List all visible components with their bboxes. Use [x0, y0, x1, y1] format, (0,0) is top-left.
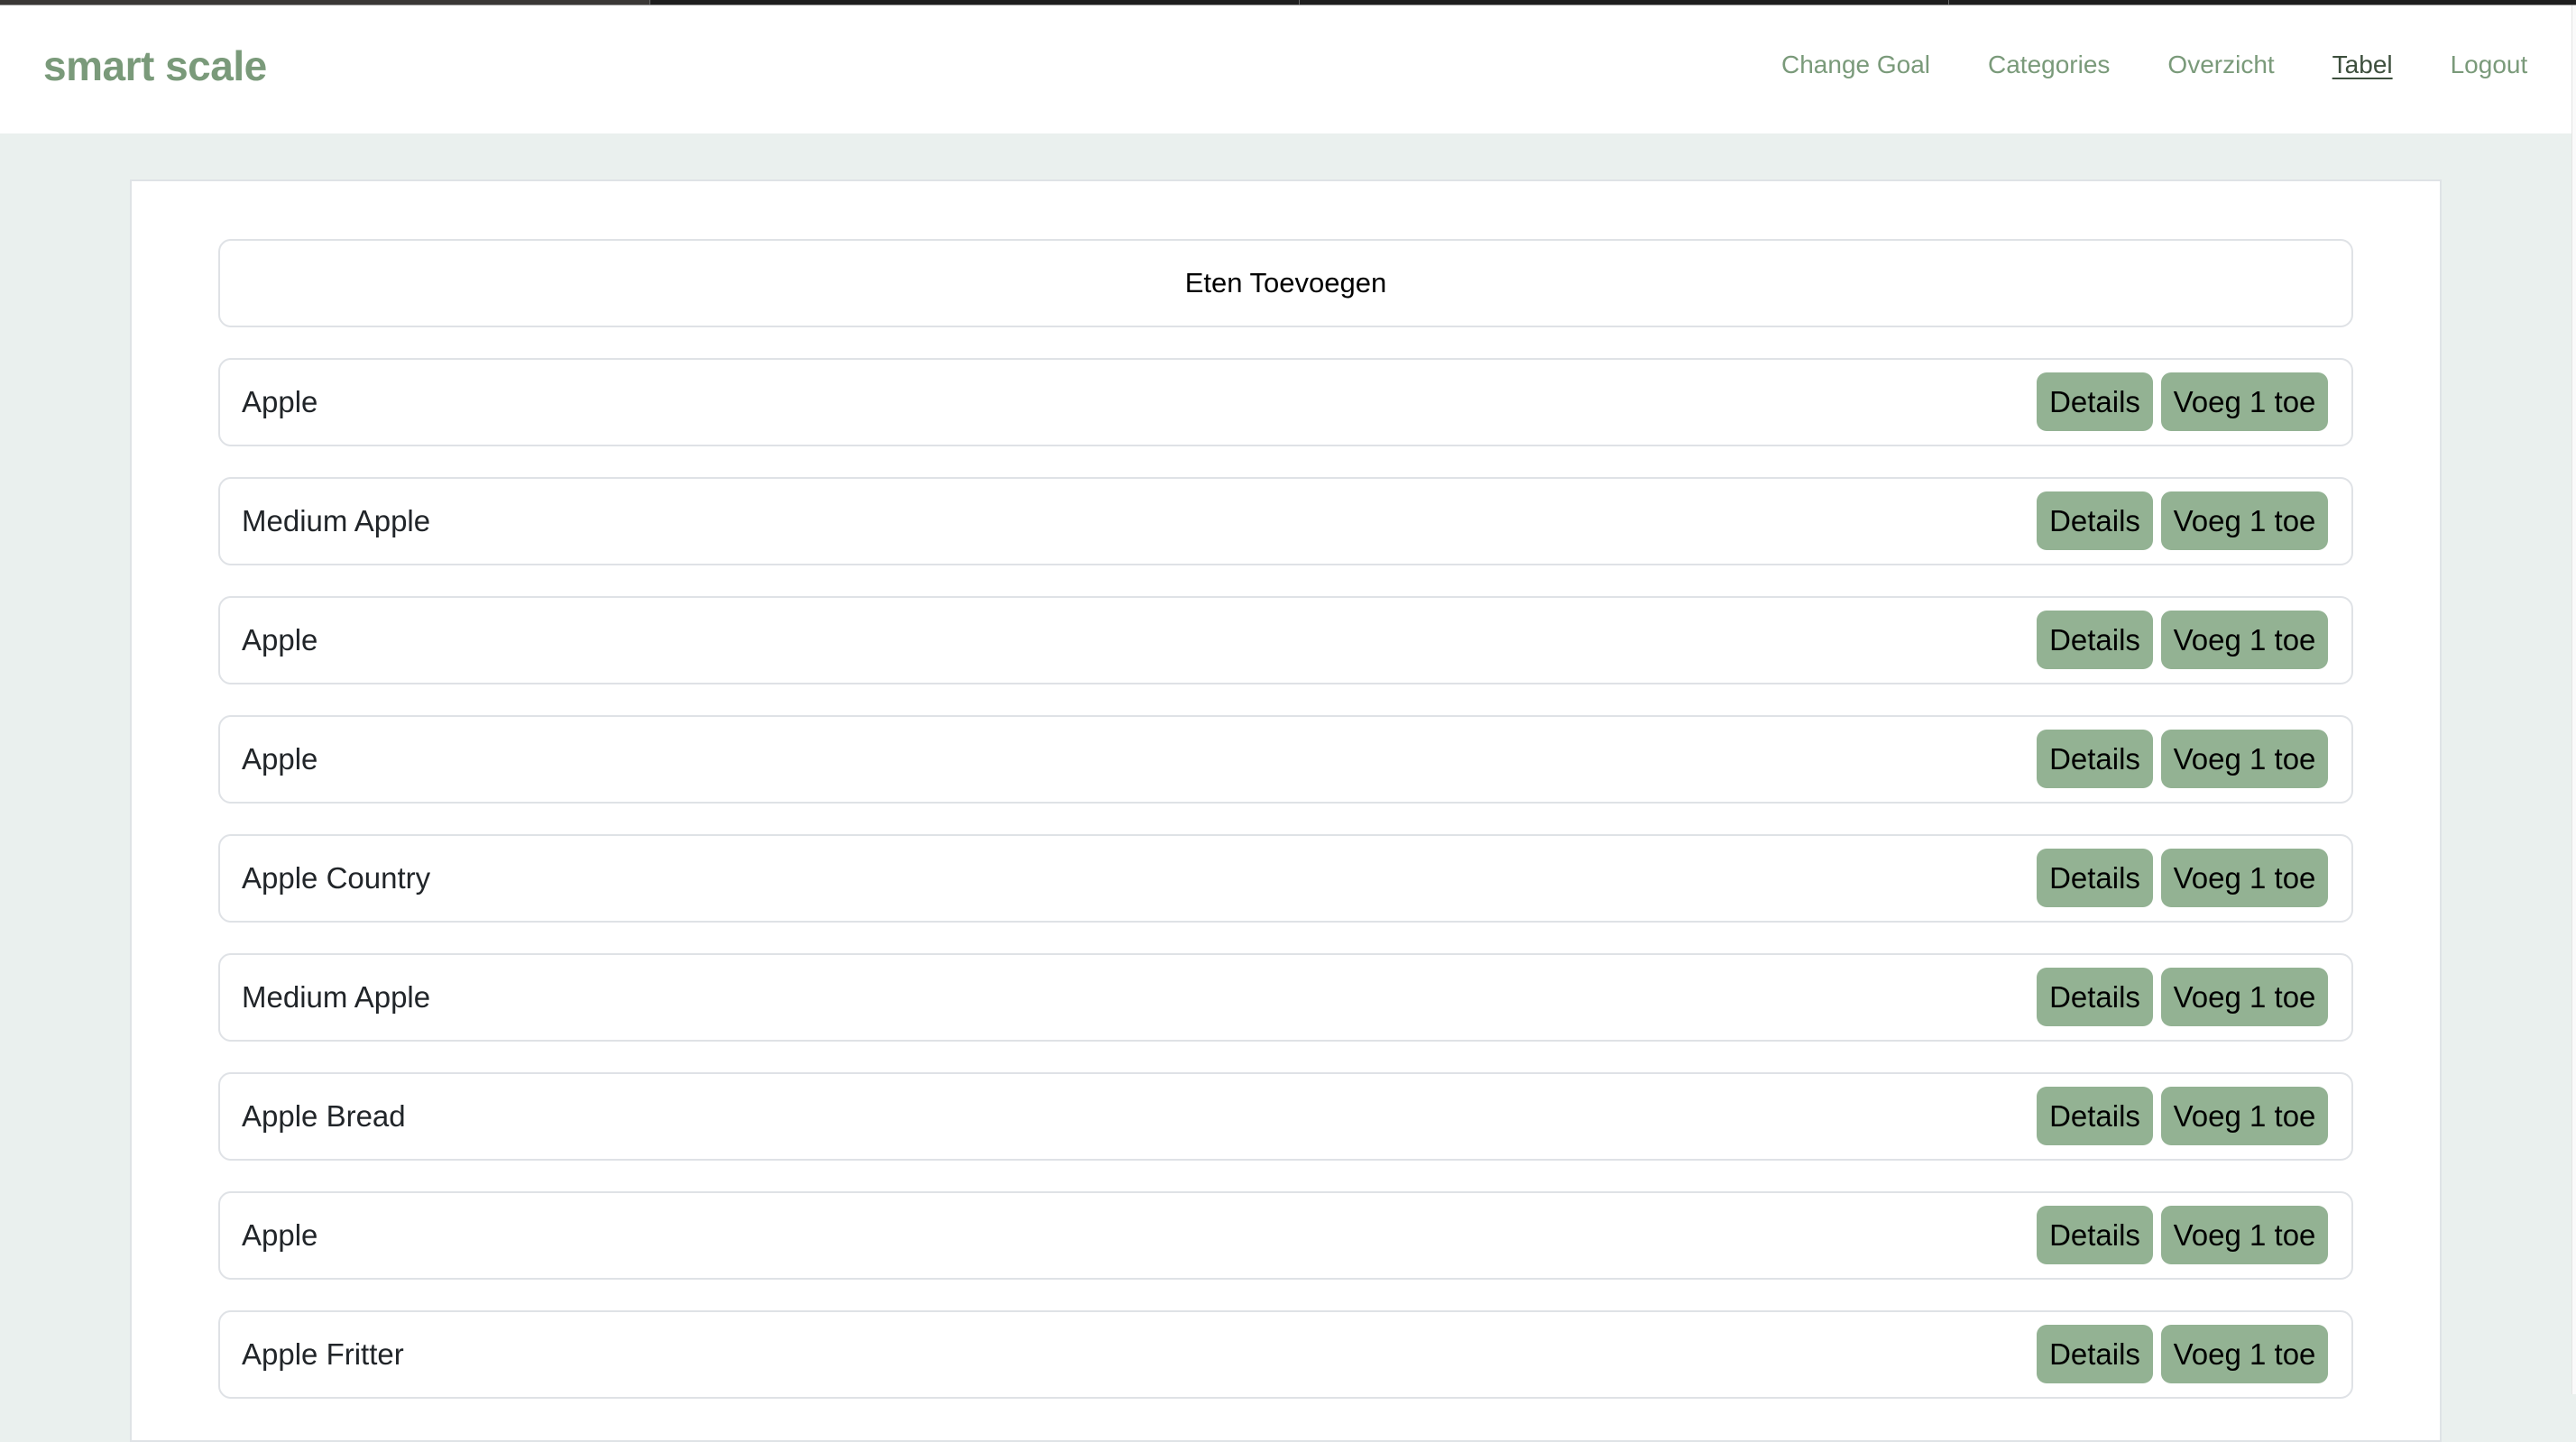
add-one-button[interactable]: Voeg 1 toe [2161, 1206, 2328, 1264]
details-button[interactable]: Details [2037, 611, 2153, 669]
food-list: Apple Details Voeg 1 toe Medium Apple De… [218, 358, 2353, 1429]
food-name: Medium Apple [242, 504, 431, 537]
nav-tabel[interactable]: Tabel [2332, 49, 2393, 81]
details-button[interactable]: Details [2037, 1325, 2153, 1383]
food-list-item: Apple Fritter Details Voeg 1 toe [218, 1310, 2353, 1399]
food-name: Apple [242, 1218, 318, 1252]
food-name: Apple [242, 385, 318, 418]
food-list-item: Apple Details Voeg 1 toe [218, 715, 2353, 804]
details-button[interactable]: Details [2037, 491, 2153, 550]
tab-divider [1299, 0, 1300, 5]
food-name: Apple [242, 623, 318, 657]
food-list-item: Apple Bread Details Voeg 1 toe [218, 1072, 2353, 1161]
add-one-button[interactable]: Voeg 1 toe [2161, 849, 2328, 907]
add-one-button[interactable]: Voeg 1 toe [2161, 611, 2328, 669]
row-actions: Details Voeg 1 toe [2037, 611, 2328, 669]
food-name: Medium Apple [242, 980, 431, 1014]
row-actions: Details Voeg 1 toe [2037, 372, 2328, 431]
add-one-button[interactable]: Voeg 1 toe [2161, 491, 2328, 550]
add-one-button[interactable]: Voeg 1 toe [2161, 1325, 2328, 1383]
nav-logout[interactable]: Logout [2451, 49, 2528, 81]
add-one-button[interactable]: Voeg 1 toe [2161, 968, 2328, 1026]
nav-overzicht[interactable]: Overzicht [2167, 49, 2274, 81]
tab-divider [1948, 0, 1949, 5]
food-list-item: Apple Details Voeg 1 toe [218, 358, 2353, 446]
food-list-item: Medium Apple Details Voeg 1 toe [218, 477, 2353, 565]
food-name: Apple Fritter [242, 1337, 404, 1371]
food-name: Apple [242, 742, 318, 776]
details-button[interactable]: Details [2037, 1206, 2153, 1264]
food-list-item: Apple Details Voeg 1 toe [218, 1191, 2353, 1280]
details-button[interactable]: Details [2037, 372, 2153, 431]
add-food-button[interactable]: Eten Toevoegen [218, 239, 2353, 327]
food-name: Apple Bread [242, 1099, 406, 1133]
tab-divider [649, 0, 650, 5]
row-actions: Details Voeg 1 toe [2037, 849, 2328, 907]
brand-logo[interactable]: smart scale [43, 41, 267, 90]
main-nav: Change Goal Categories Overzicht Tabel L… [1781, 49, 2527, 81]
top-navbar: smart scale Change Goal Categories Overz… [0, 5, 2571, 133]
add-one-button[interactable]: Voeg 1 toe [2161, 730, 2328, 788]
add-one-button[interactable]: Voeg 1 toe [2161, 372, 2328, 431]
row-actions: Details Voeg 1 toe [2037, 968, 2328, 1026]
nav-change-goal[interactable]: Change Goal [1781, 49, 1930, 81]
details-button[interactable]: Details [2037, 1087, 2153, 1145]
food-list-item: Medium Apple Details Voeg 1 toe [218, 953, 2353, 1042]
row-actions: Details Voeg 1 toe [2037, 730, 2328, 788]
food-list-item: Apple Details Voeg 1 toe [218, 596, 2353, 684]
nav-categories[interactable]: Categories [1988, 49, 2110, 81]
page-scrollbar[interactable] [2571, 5, 2576, 1394]
add-one-button[interactable]: Voeg 1 toe [2161, 1087, 2328, 1145]
row-actions: Details Voeg 1 toe [2037, 1325, 2328, 1383]
browser-tab-active-segment [0, 0, 649, 5]
food-name: Apple Country [242, 861, 431, 895]
food-list-item: Apple Country Details Voeg 1 toe [218, 834, 2353, 923]
row-actions: Details Voeg 1 toe [2037, 1087, 2328, 1145]
details-button[interactable]: Details [2037, 730, 2153, 788]
details-button[interactable]: Details [2037, 968, 2153, 1026]
row-actions: Details Voeg 1 toe [2037, 1206, 2328, 1264]
row-actions: Details Voeg 1 toe [2037, 491, 2328, 550]
details-button[interactable]: Details [2037, 849, 2153, 907]
